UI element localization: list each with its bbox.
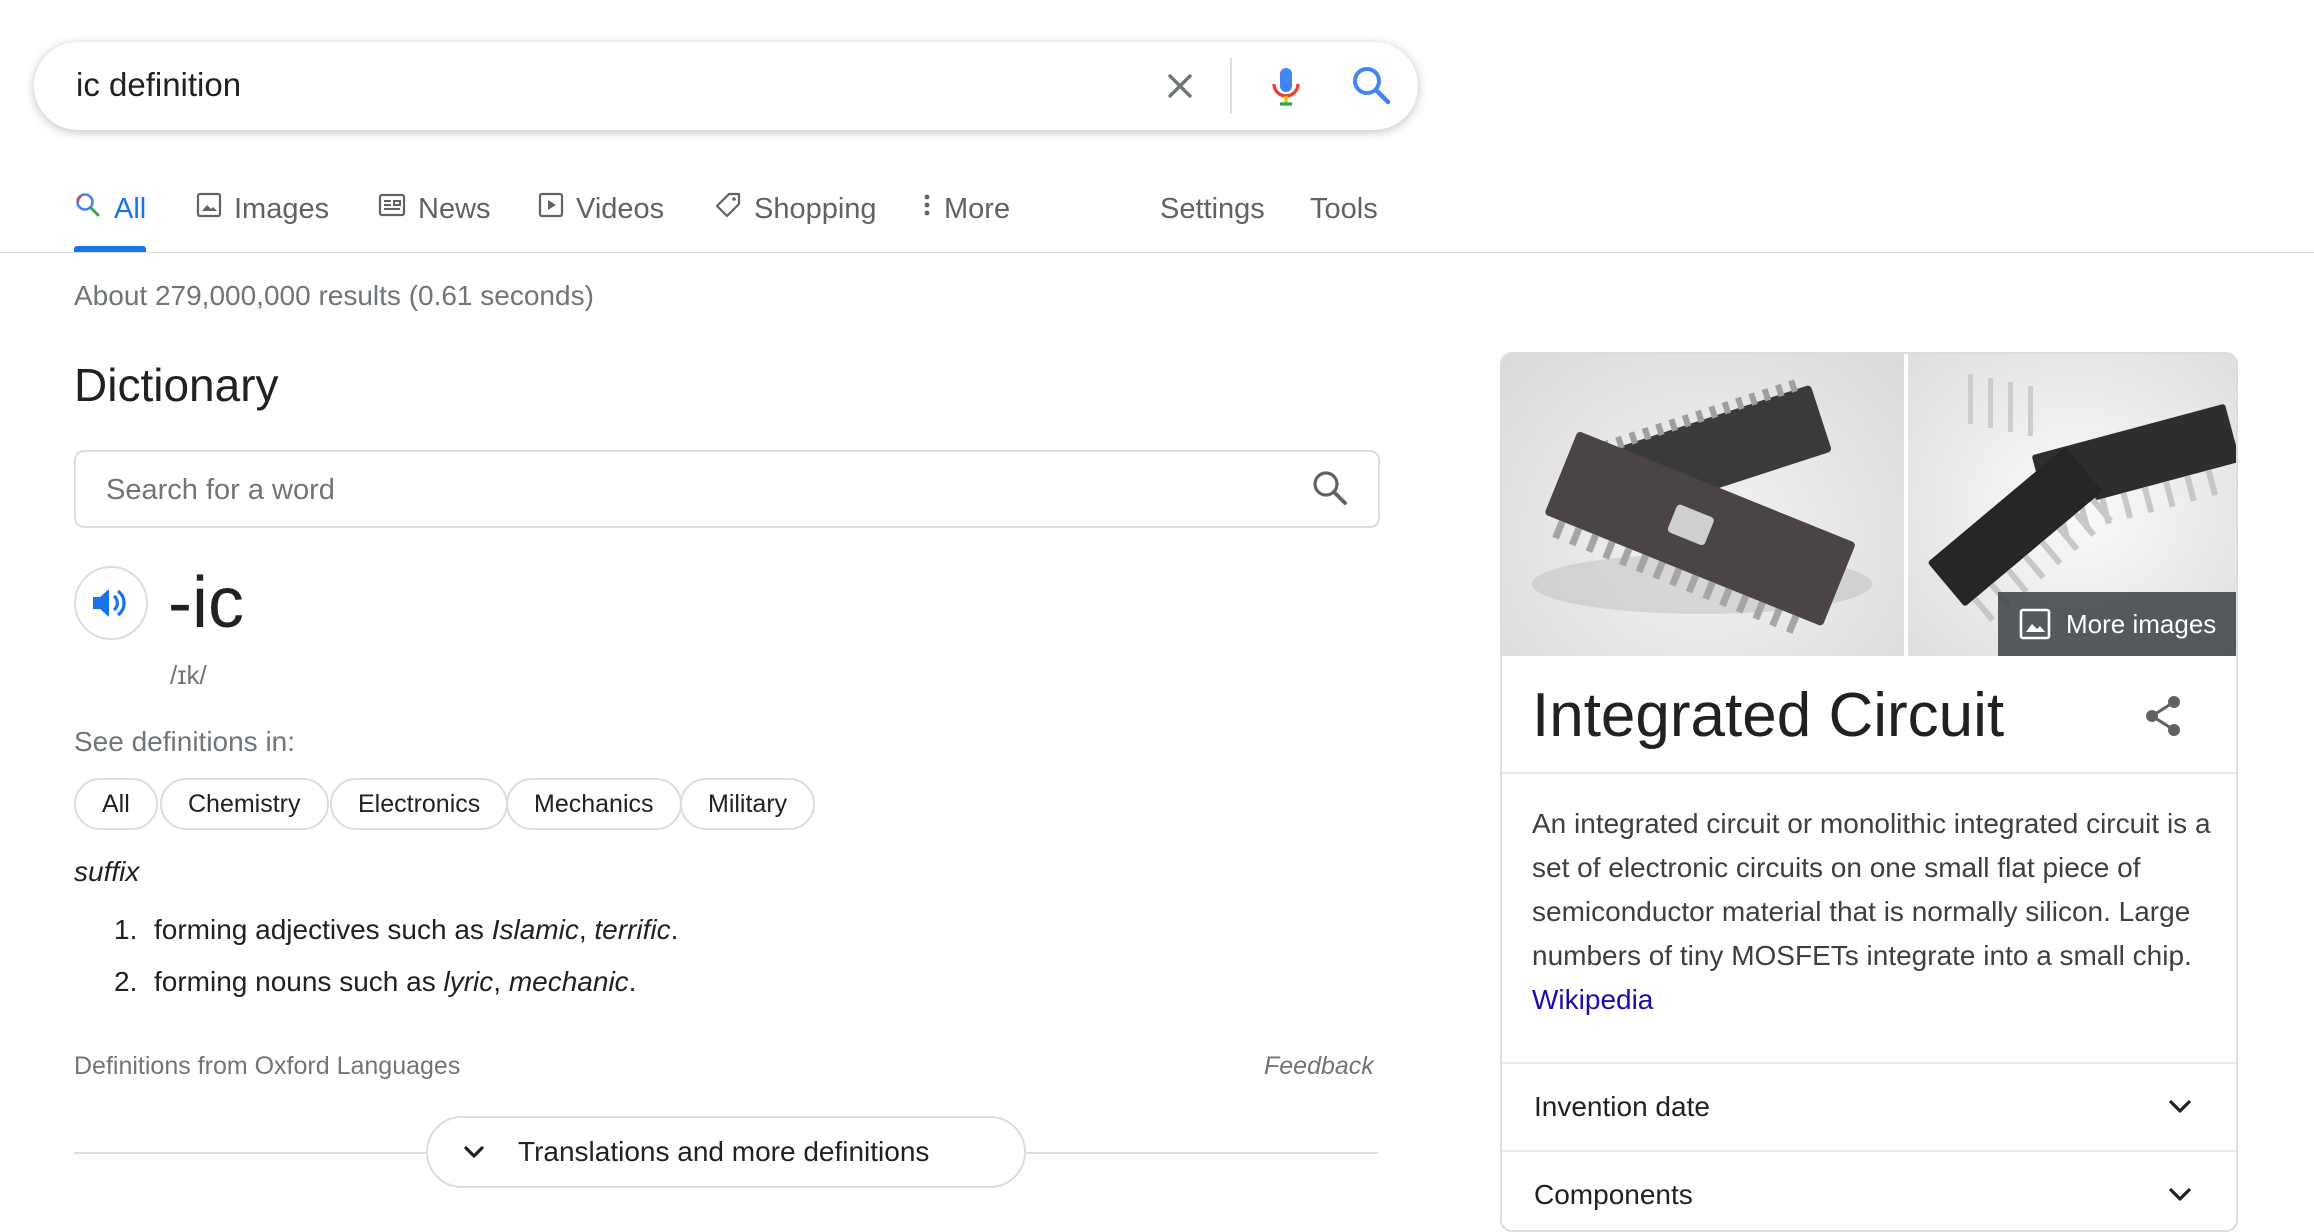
chip-label: Mechanics — [534, 789, 654, 818]
search-icon[interactable] — [1344, 58, 1400, 114]
definition-number: 1. — [114, 914, 138, 945]
news-icon — [378, 192, 406, 226]
tab-tools[interactable]: Tools — [1310, 186, 1378, 232]
tab-more-label: More — [944, 192, 1011, 225]
definition-example: Islamic — [491, 914, 579, 945]
tab-shopping-label: Shopping — [754, 192, 877, 225]
result-stats: About 279,000,000 results (0.61 seconds) — [74, 280, 594, 311]
part-of-speech: suffix — [74, 856, 140, 887]
translations-label: Translations and more definitions — [518, 1136, 930, 1167]
kp-row-components[interactable]: Components — [1502, 1152, 2236, 1230]
tab-more[interactable]: More — [922, 186, 1010, 232]
search-multicolor-icon — [74, 191, 102, 227]
chip-military[interactable]: Military — [680, 778, 816, 830]
definition-example: lyric — [443, 966, 494, 997]
feedback-link[interactable]: Feedback — [1264, 1052, 1374, 1081]
dictionary-heading: Dictionary — [74, 359, 279, 411]
definition-end: . — [628, 966, 637, 997]
tab-all[interactable]: All — [74, 186, 146, 232]
more-images-label: More images — [2066, 608, 2217, 639]
image-icon — [196, 192, 222, 226]
clear-icon[interactable] — [1154, 60, 1206, 112]
more-vert-icon — [922, 191, 932, 227]
kp-divider — [1502, 772, 2236, 774]
definition-example: terrific — [594, 914, 671, 945]
tab-images-label: Images — [234, 192, 330, 225]
chip-label: Electronics — [358, 789, 481, 818]
tab-videos[interactable]: Videos — [538, 186, 664, 232]
search-box[interactable]: ic definition — [34, 42, 1418, 130]
tab-shopping[interactable]: Shopping — [714, 186, 877, 232]
chip-electronics[interactable]: Electronics — [330, 778, 509, 830]
definition-separator: , — [493, 966, 509, 997]
video-icon — [538, 192, 564, 226]
phonetic-spelling: /ɪk/ — [170, 660, 207, 690]
dictionary-search-input[interactable] — [104, 452, 1268, 528]
divider-line — [74, 1152, 426, 1154]
tab-images[interactable]: Images — [196, 186, 329, 232]
see-definitions-label: See definitions in: — [74, 726, 296, 757]
definition-number: 2. — [114, 966, 138, 997]
integrated-circuit-image[interactable] — [1502, 354, 1904, 656]
definition-text: forming adjectives such as — [154, 914, 492, 945]
tabs-divider — [0, 252, 2314, 253]
microphone-icon[interactable] — [1260, 60, 1312, 112]
definition-end: . — [670, 914, 679, 945]
tag-icon — [714, 191, 742, 227]
search-box-divider — [1230, 58, 1232, 114]
definition-example: mechanic — [508, 966, 629, 997]
chip-label: Chemistry — [188, 789, 301, 818]
tab-settings-label: Settings — [1160, 192, 1265, 225]
tab-all-label: All — [114, 192, 147, 225]
kp-title: Integrated Circuit — [1532, 681, 2005, 750]
kp-description-text: An integrated circuit or monolithic inte… — [1532, 808, 2211, 971]
translations-button[interactable]: Translations and more definitions — [426, 1116, 1026, 1188]
chip-chemistry[interactable]: Chemistry — [160, 778, 329, 830]
kp-row-label: Components — [1534, 1179, 1693, 1210]
divider-line — [1026, 1152, 1378, 1154]
definition-separator: , — [578, 914, 595, 945]
speaker-icon — [91, 585, 131, 626]
chevron-down-icon — [2160, 1087, 2200, 1127]
definition-item: 2. forming nouns such as lyric, mechanic. — [114, 966, 636, 998]
chevron-down-icon — [458, 1136, 490, 1168]
tab-news-label: News — [418, 192, 491, 225]
kp-row-label: Invention date — [1534, 1091, 1710, 1122]
kp-description: An integrated circuit or monolithic inte… — [1532, 802, 2222, 1022]
knowledge-panel: More images Integrated Circuit An integr… — [1500, 352, 2238, 1232]
wikipedia-link[interactable]: Wikipedia — [1532, 984, 1653, 1015]
chip-mechanics[interactable]: Mechanics — [506, 778, 682, 830]
search-icon[interactable] — [1308, 466, 1352, 510]
share-icon[interactable] — [2136, 688, 2192, 744]
tab-news[interactable]: News — [378, 186, 491, 232]
dictionary-word: -ic — [168, 563, 244, 643]
chip-label: Military — [708, 789, 788, 818]
kp-row-invention-date[interactable]: Invention date — [1502, 1064, 2236, 1150]
definition-text: forming nouns such as — [154, 966, 444, 997]
definitions-source: Definitions from Oxford Languages — [74, 1052, 461, 1080]
search-query[interactable]: ic definition — [76, 64, 241, 106]
pronunciation-button[interactable] — [74, 566, 148, 640]
tab-settings[interactable]: Settings — [1160, 186, 1265, 232]
dictionary-search-box[interactable] — [74, 450, 1380, 528]
definition-item: 1. forming adjectives such as Islamic, te… — [114, 914, 678, 946]
image-icon — [2018, 607, 2052, 641]
chevron-down-icon — [2160, 1175, 2200, 1215]
tab-tools-label: Tools — [1310, 192, 1378, 225]
chip-all[interactable]: All — [74, 778, 158, 830]
tab-videos-label: Videos — [576, 192, 665, 225]
more-images-button[interactable]: More images — [1998, 592, 2236, 656]
chip-label: All — [102, 789, 130, 818]
